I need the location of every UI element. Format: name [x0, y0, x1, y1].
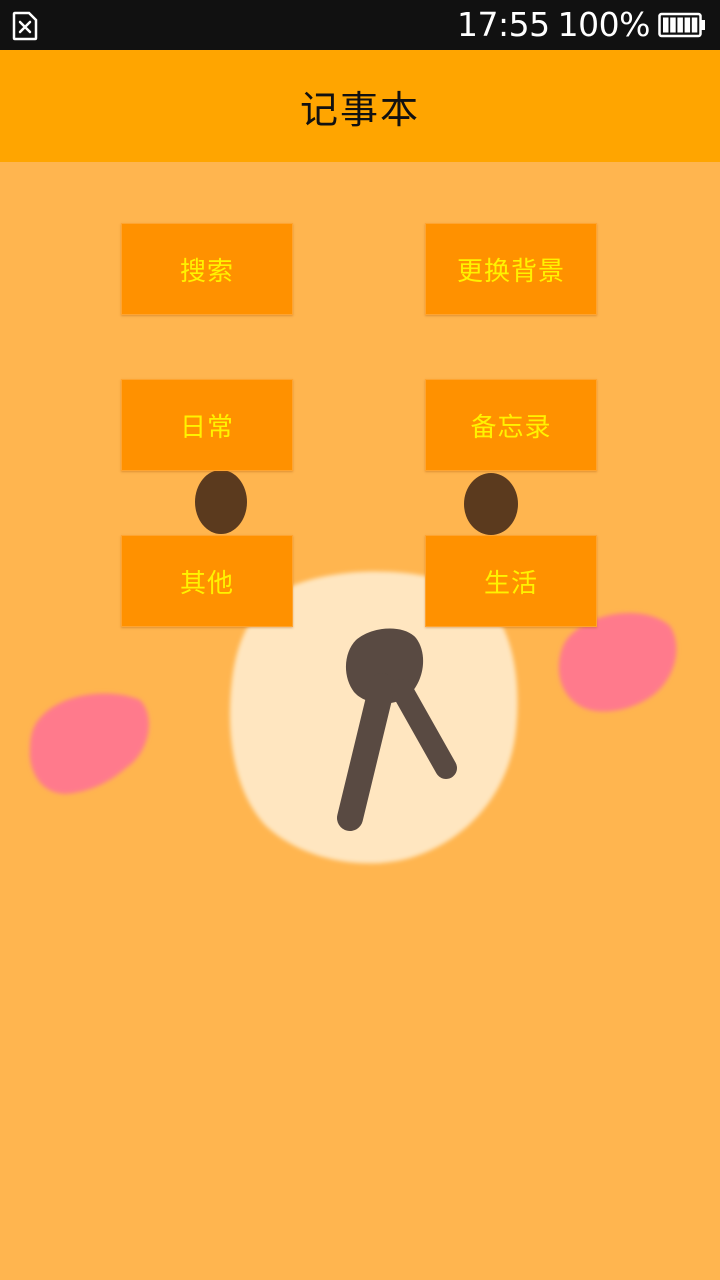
screen: 17:55 100% 记事本 搜索 更换背景 日常 备忘录 其他 生活 [0, 0, 720, 1280]
bear-right-eye [464, 473, 518, 535]
bear-left-eye [195, 470, 247, 534]
app-header: 记事本 [0, 50, 720, 162]
status-time: 17:55 [457, 5, 550, 44]
battery-full-icon [658, 12, 705, 38]
memo-category-button[interactable]: 备忘录 [425, 379, 597, 471]
sim-card-missing-icon [12, 11, 38, 41]
bear-right-cheek [558, 613, 677, 712]
status-bar: 17:55 100% [0, 0, 720, 50]
search-button[interactable]: 搜索 [121, 223, 293, 315]
bear-left-cheek [29, 693, 149, 794]
app-title: 记事本 [299, 87, 420, 132]
change-background-button[interactable]: 更换背景 [425, 223, 597, 315]
bear-face-background-image [29, 470, 677, 864]
other-category-button[interactable]: 其他 [121, 535, 293, 627]
daily-category-button[interactable]: 日常 [121, 379, 293, 471]
life-category-button[interactable]: 生活 [425, 535, 597, 627]
status-right: 17:55 100% [457, 0, 706, 50]
battery-percentage: 100% [557, 5, 651, 44]
